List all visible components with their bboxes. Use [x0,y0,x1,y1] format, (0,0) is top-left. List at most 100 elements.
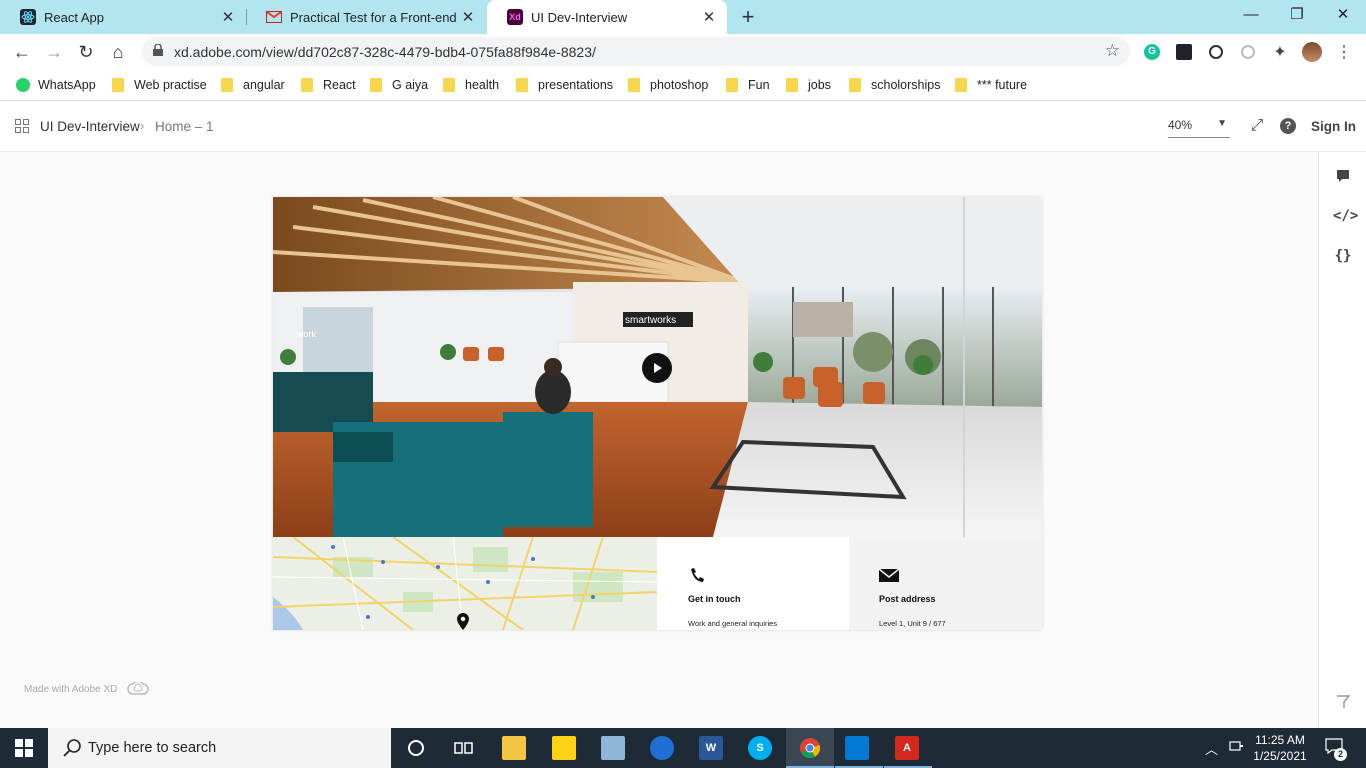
bookmark-label: G aiya [392,78,429,92]
bookmark-folder[interactable]: React [301,76,356,94]
tab-title: Practical Test for a Front-end Dev [290,9,460,25]
postal-card: Post address Level 1, Unit 9 / 677 [849,537,1042,630]
play-video-button[interactable] [642,353,672,383]
contact-card: Get in touch Work and general inquiries [657,537,849,630]
bookmark-folder[interactable]: G aiya [370,76,428,94]
lock-icon [153,44,163,56]
system-clock[interactable]: 11:25 AM 1/25/2021 [1248,732,1312,764]
bookmark-label: jobs [808,78,831,92]
map-pin-icon [457,613,469,630]
bookmark-folder[interactable]: presentations [516,76,613,94]
bookmark-folder[interactable]: Fun [726,76,770,94]
home-button[interactable]: ⌂ [106,40,130,64]
grid-view-icon[interactable] [15,119,29,133]
bookmark-folder[interactable]: *** future [955,76,1027,94]
close-icon[interactable]: ✕ [460,8,476,26]
folder-icon [301,78,313,92]
reload-button[interactable]: ↻ [74,40,98,64]
restore-button[interactable]: ❐ [1274,0,1320,30]
folder-icon [221,78,233,92]
folder-icon [443,78,455,92]
sign-in-link[interactable]: Sign In [1311,119,1356,134]
tab-ui-dev-interview[interactable]: Xd UI Dev-Interview ✕ [487,0,727,34]
minimize-button[interactable]: — [1228,0,1274,30]
task-view-icon[interactable] [452,736,476,760]
maps-app-icon[interactable] [650,736,674,760]
tab-react-app[interactable]: React App ✕ [0,0,246,34]
react-devtools-icon[interactable] [1174,42,1194,62]
address-bar[interactable]: xd.adobe.com/view/dd702c87-328c-4479-bdb… [142,37,1130,66]
extension-target-icon[interactable] [1206,42,1226,62]
folder-icon [112,78,124,92]
bookmark-folder[interactable]: angular [221,76,285,94]
tab-title: UI Dev-Interview [531,9,628,25]
comment-icon[interactable] [1333,168,1353,188]
bookmark-label: Fun [748,78,770,92]
bookmark-label: scholorships [871,78,941,92]
word-icon[interactable]: W [699,736,723,760]
new-tab-button[interactable]: + [736,4,760,30]
window-close-button[interactable]: ✕ [1320,0,1366,30]
bookmark-star-icon[interactable]: ☆ [1105,41,1120,61]
folder-icon [955,78,967,92]
code-icon[interactable]: </> [1333,206,1358,226]
forward-button[interactable]: → [42,40,66,64]
bookmark-label: Web practise [134,78,207,92]
bookmark-folder[interactable]: photoshop [628,76,708,94]
extensions-puzzle-icon[interactable]: ✦ [1270,42,1290,62]
chevron-up-icon[interactable]: ︿ [1205,739,1218,758]
folder-icon [370,78,382,92]
breadcrumb-page: Home – 1 [155,119,214,134]
bookmark-folder[interactable]: health [443,76,499,94]
folder-icon [628,78,640,92]
extension-timer-icon[interactable] [1238,42,1258,62]
bookmark-folder[interactable]: jobs [786,76,831,94]
postal-text: Level 1, Unit 9 / 677 [879,619,946,628]
postal-title: Post address [879,594,936,604]
bookmark-folder[interactable]: Web practise [112,76,207,94]
chrome-icon[interactable] [798,736,822,760]
tab-title: React App [44,9,104,25]
browser-toolbar: ← → ↻ ⌂ xd.adobe.com/view/dd702c87-328c-… [0,34,1366,70]
hero-office-image: smartworks work [273,197,1042,537]
clock-time: 11:25 AM [1255,733,1305,747]
acrobat-icon[interactable]: A [895,736,919,760]
json-braces-icon[interactable]: {} [1333,246,1353,266]
close-icon[interactable]: ✕ [220,8,236,26]
grammarly-icon[interactable]: G [1142,42,1162,62]
location-map[interactable] [273,537,657,630]
react-icon [20,9,36,25]
bookmark-label: angular [243,78,285,92]
menu-kebab-icon[interactable]: ⋮ [1334,42,1354,62]
taskbar-search-input[interactable]: Type here to search [48,728,391,768]
close-icon[interactable]: ✕ [701,8,717,26]
bookmark-folder[interactable]: scholorships [849,76,940,94]
flag-icon[interactable] [1333,694,1353,714]
bookmark-label: presentations [538,78,614,92]
gmail-icon [266,9,282,25]
cortana-icon[interactable] [404,736,428,760]
zoom-select[interactable]: 40% ▼ [1168,118,1230,138]
bookmark-whatsapp[interactable]: WhatsApp [16,76,96,94]
contact-title: Get in touch [688,594,741,604]
back-button[interactable]: ← [10,40,34,64]
help-icon[interactable]: ? [1280,118,1296,134]
vscode-icon[interactable] [845,736,869,760]
file-explorer-icon[interactable] [502,736,526,760]
browser-tabstrip: React App ✕ Practical Test for a Front-e… [0,0,1366,34]
sticky-notes-icon[interactable] [552,736,576,760]
breadcrumb-project[interactable]: UI Dev-Interview [40,119,140,134]
bookmark-label: React [323,78,356,92]
photos-app-icon[interactable] [601,736,625,760]
tab-practical-test[interactable]: Practical Test for a Front-end Dev ✕ [246,0,486,34]
bookmark-label: photoshop [650,78,709,92]
windows-start-button[interactable] [0,728,48,768]
network-icon[interactable] [1229,739,1245,756]
xd-right-rail: </> {} [1318,152,1366,728]
skype-icon[interactable]: S [748,736,772,760]
bookmarks-bar: WhatsApp Web practise angular React G ai… [0,70,1366,101]
made-with-adobe-xd[interactable]: Made with Adobe XD [24,682,150,696]
profile-avatar[interactable] [1302,42,1322,62]
fullscreen-icon[interactable]: ⤢ [1247,117,1267,137]
windows-taskbar: Type here to search W S A ︿ 11:25 AM 1/2… [0,728,1366,768]
